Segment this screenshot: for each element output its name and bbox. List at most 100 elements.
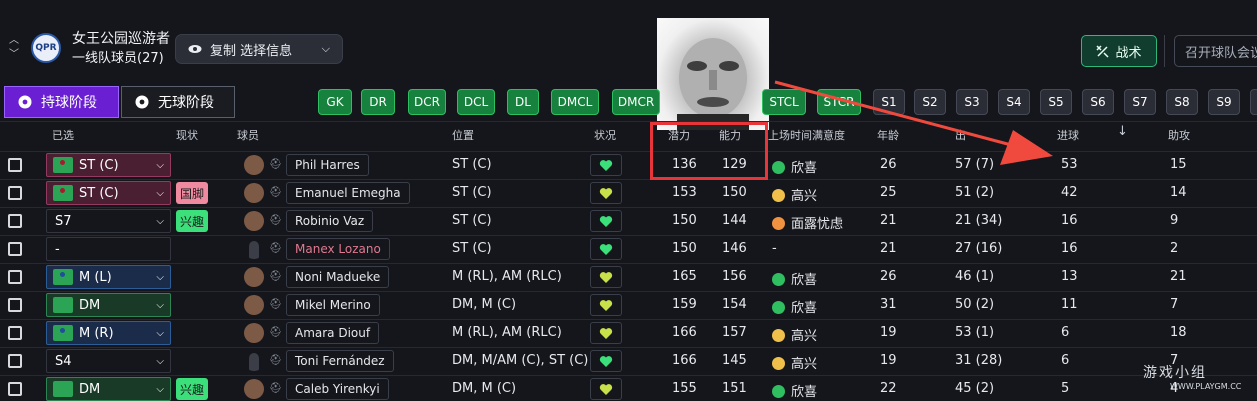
- role-selector[interactable]: ST (C) ⌵: [46, 181, 171, 205]
- role-selector[interactable]: DM ⌵: [46, 377, 171, 401]
- position-filter-s2[interactable]: S2: [914, 89, 946, 115]
- player-name[interactable]: Caleb Yirenkyi: [286, 378, 389, 400]
- team-meeting-label: 召开球队会议: [1185, 45, 1257, 61]
- player-position: ST (C): [452, 185, 492, 200]
- ability-value: 154: [722, 297, 747, 312]
- role-selector[interactable]: S4 ⌵: [46, 349, 171, 373]
- chevron-down-icon: ⌵: [156, 187, 164, 199]
- col-condition[interactable]: 状况: [594, 127, 616, 143]
- role-selector[interactable]: ST (C) ⌵: [46, 153, 171, 177]
- col-goals[interactable]: 进球: [1057, 127, 1079, 143]
- position-filter-stcl[interactable]: STCL: [762, 89, 806, 115]
- mood-face-icon: [772, 357, 785, 370]
- col-playing-time[interactable]: 上场时间满意度: [768, 127, 845, 143]
- player-name[interactable]: Mikel Merino: [286, 294, 380, 316]
- row-divider: [0, 291, 1257, 292]
- position-filter-s4[interactable]: S4: [998, 89, 1030, 115]
- age-value: 21: [880, 213, 897, 228]
- potential-value: 166: [672, 325, 697, 340]
- select-checkbox[interactable]: [8, 214, 22, 228]
- col-assists[interactable]: 助攻: [1168, 127, 1190, 143]
- position-filter-more[interactable]: [1250, 89, 1257, 115]
- goals-value: 13: [1061, 269, 1078, 284]
- pitch-position-icon: [53, 381, 73, 397]
- position-filter-s3[interactable]: S3: [956, 89, 988, 115]
- chevron-down-icon: ⌵: [156, 159, 164, 171]
- mood-face-icon: [772, 329, 785, 342]
- potential-value: 165: [672, 269, 697, 284]
- tactics-button[interactable]: 战术: [1081, 35, 1157, 67]
- condition-heart-icon: [590, 210, 622, 232]
- player-name[interactable]: Manex Lozano: [286, 238, 390, 260]
- goals-value: 16: [1061, 213, 1078, 228]
- select-checkbox[interactable]: [8, 158, 22, 172]
- assists-value: 9: [1170, 213, 1179, 228]
- player-name[interactable]: Noni Madueke: [286, 266, 390, 288]
- squad-name[interactable]: 一线队球员(27): [72, 47, 164, 66]
- col-age[interactable]: 年龄: [877, 127, 899, 143]
- player-name[interactable]: Emanuel Emegha: [286, 182, 410, 204]
- player-name[interactable]: Toni Fernández: [286, 350, 394, 372]
- position-filter-s7[interactable]: S7: [1124, 89, 1156, 115]
- select-checkbox[interactable]: [8, 382, 22, 396]
- agent-icon: ⛑: [269, 271, 282, 282]
- apps-value: 45 (2): [955, 381, 995, 396]
- col-selected[interactable]: 已选: [52, 127, 74, 143]
- player-name[interactable]: Robinio Vaz: [286, 210, 374, 232]
- position-filter-s9[interactable]: S9: [1208, 89, 1240, 115]
- select-checkbox[interactable]: [8, 270, 22, 284]
- pitch-position-icon: [53, 297, 73, 313]
- position-filter-dr[interactable]: DR: [361, 89, 395, 115]
- col-position[interactable]: 位置: [452, 127, 474, 143]
- position-filter-dmcl[interactable]: DMCL: [551, 89, 599, 115]
- position-filter-s1[interactable]: S1: [873, 89, 905, 115]
- select-checkbox[interactable]: [8, 242, 22, 256]
- col-player[interactable]: 球员: [237, 127, 259, 143]
- position-filter-s6[interactable]: S6: [1082, 89, 1114, 115]
- agent-icon: ⛑: [269, 355, 282, 366]
- copy-selection-button[interactable]: 复制 选择信息 ⌵: [175, 34, 343, 64]
- condition-heart-icon: [590, 378, 622, 400]
- position-filter-s8[interactable]: S8: [1166, 89, 1198, 115]
- position-filter-gk[interactable]: GK: [318, 89, 352, 115]
- chevron-down-icon: ⌵: [156, 355, 164, 367]
- header-divider-line: [0, 121, 1257, 122]
- highlight-box: [650, 122, 768, 180]
- select-checkbox[interactable]: [8, 326, 22, 340]
- select-checkbox[interactable]: [8, 298, 22, 312]
- row-divider: [0, 347, 1257, 348]
- player-name[interactable]: Phil Harres: [286, 154, 369, 176]
- role-selector[interactable]: -: [46, 237, 171, 261]
- role-selector[interactable]: M (L) ⌵: [46, 265, 171, 289]
- team-meeting-button[interactable]: 召开球队会议: [1174, 35, 1257, 67]
- player-position: ST (C): [452, 157, 492, 172]
- pitch-position-icon: [53, 325, 73, 341]
- pitch-position-icon: [53, 185, 73, 201]
- player-name[interactable]: Amara Diouf: [286, 322, 380, 344]
- sort-updown-icon[interactable]: ︿ ﹀: [9, 34, 19, 62]
- position-filter-dmcr[interactable]: DMCR: [612, 89, 660, 115]
- col-status[interactable]: 现状: [176, 127, 198, 143]
- select-checkbox[interactable]: [8, 186, 22, 200]
- sort-arrow-icon[interactable]: ↓: [1117, 124, 1128, 139]
- phase-out-of-possession-tab[interactable]: 无球阶段: [121, 86, 235, 118]
- apps-value: 46 (1): [955, 269, 995, 284]
- role-selector[interactable]: DM ⌵: [46, 293, 171, 317]
- chevron-down-icon: ⌵: [321, 42, 330, 55]
- assists-value: 18: [1170, 325, 1187, 340]
- position-filter-s5[interactable]: S5: [1040, 89, 1072, 115]
- phase-in-possession-tab[interactable]: 持球阶段: [4, 86, 119, 118]
- position-filter-dcl[interactable]: DCL: [457, 89, 495, 115]
- role-selector[interactable]: S7 ⌵: [46, 209, 171, 233]
- ability-value: 144: [722, 213, 747, 228]
- select-checkbox[interactable]: [8, 354, 22, 368]
- col-apps[interactable]: 出场: [955, 127, 966, 143]
- position-filter-dl[interactable]: DL: [507, 89, 539, 115]
- position-filter-stcr[interactable]: STCR: [817, 89, 861, 115]
- playing-time-mood: 欣喜: [772, 269, 817, 288]
- position-filter-dcr[interactable]: DCR: [408, 89, 446, 115]
- potential-value: 166: [672, 353, 697, 368]
- tactics-label: 战术: [1115, 45, 1142, 61]
- apps-value: 21 (34): [955, 213, 1003, 228]
- role-selector[interactable]: M (R) ⌵: [46, 321, 171, 345]
